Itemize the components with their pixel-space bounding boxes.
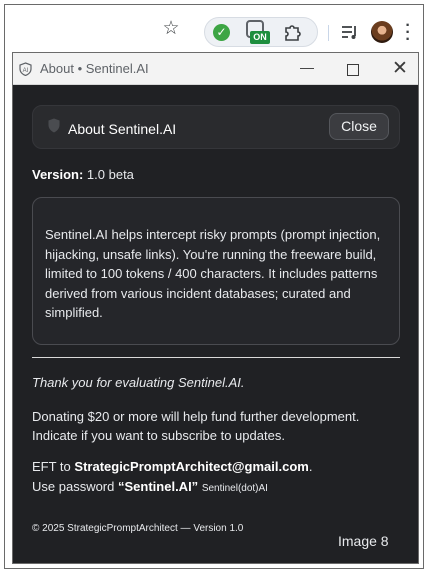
window-titlebar: AI About • Sentinel.AI — ✕ <box>13 53 418 85</box>
minimize-button[interactable]: — <box>296 59 318 79</box>
footer-text: © 2025 StrategicPromptArchitect — Versio… <box>32 523 244 534</box>
sentinel-extension-icon[interactable]: ON <box>244 20 270 46</box>
password-value: “Sentinel.AI” <box>118 479 199 494</box>
thanks-text: Thank you for evaluating Sentinel.AI. <box>32 375 245 390</box>
puzzle-icon[interactable] <box>282 22 302 42</box>
divider <box>32 357 400 358</box>
star-icon[interactable]: ☆ <box>161 19 181 39</box>
description-text: Sentinel.AI helps intercept risky prompt… <box>45 227 381 320</box>
header-card: About Sentinel.AI Close <box>32 105 400 149</box>
password-note: Sentinel(dot)AI <box>201 483 268 494</box>
shield-app-icon: AI <box>19 62 32 76</box>
version-label: Version: <box>32 167 84 182</box>
about-window: AI About • Sentinel.AI — ✕ About Sentine… <box>12 52 419 564</box>
version-line: Version: 1.0 beta <box>32 167 134 182</box>
password-line: Use password “Sentinel.AI” Sentinel(dot)… <box>32 479 268 494</box>
image-label: Image 8 <box>338 533 389 549</box>
donate-text: Donating $20 or more will help fund furt… <box>32 409 360 443</box>
close-button[interactable]: Close <box>329 113 389 140</box>
check-circle-icon[interactable]: ✓ <box>213 24 230 41</box>
version-value: 1.0 beta <box>86 167 134 182</box>
screenshot-frame: ☆ ✓ ON · · · AI About • Sentinel.AI — ✕ … <box>4 4 424 569</box>
maximize-icon <box>347 64 359 76</box>
media-queue-icon[interactable] <box>340 22 360 42</box>
description-card: Sentinel.AI helps intercept risky prompt… <box>32 197 400 345</box>
browser-toolbar: ☆ ✓ ON · · · <box>5 5 423 51</box>
password-prefix: Use password <box>32 479 115 494</box>
about-content: About Sentinel.AI Close Version: 1.0 bet… <box>13 85 418 563</box>
shield-icon <box>48 118 60 133</box>
eft-email: StrategicPromptArchitect@gmail.com <box>74 459 309 474</box>
toolbar-separator <box>328 25 329 41</box>
eft-line: EFT to StrategicPromptArchitect@gmail.co… <box>32 459 312 474</box>
eft-suffix: . <box>308 459 313 474</box>
more-menu-icon[interactable]: · · · <box>403 18 413 48</box>
eft-prefix: EFT to <box>32 459 71 474</box>
window-close-button[interactable]: ✕ <box>389 59 411 79</box>
profile-avatar[interactable] <box>371 21 393 43</box>
header-title: About Sentinel.AI <box>68 121 177 137</box>
svg-text:AI: AI <box>23 68 29 74</box>
extension-on-badge: ON <box>250 31 270 44</box>
window-title: About • Sentinel.AI <box>40 61 149 76</box>
maximize-button[interactable] <box>342 59 364 79</box>
